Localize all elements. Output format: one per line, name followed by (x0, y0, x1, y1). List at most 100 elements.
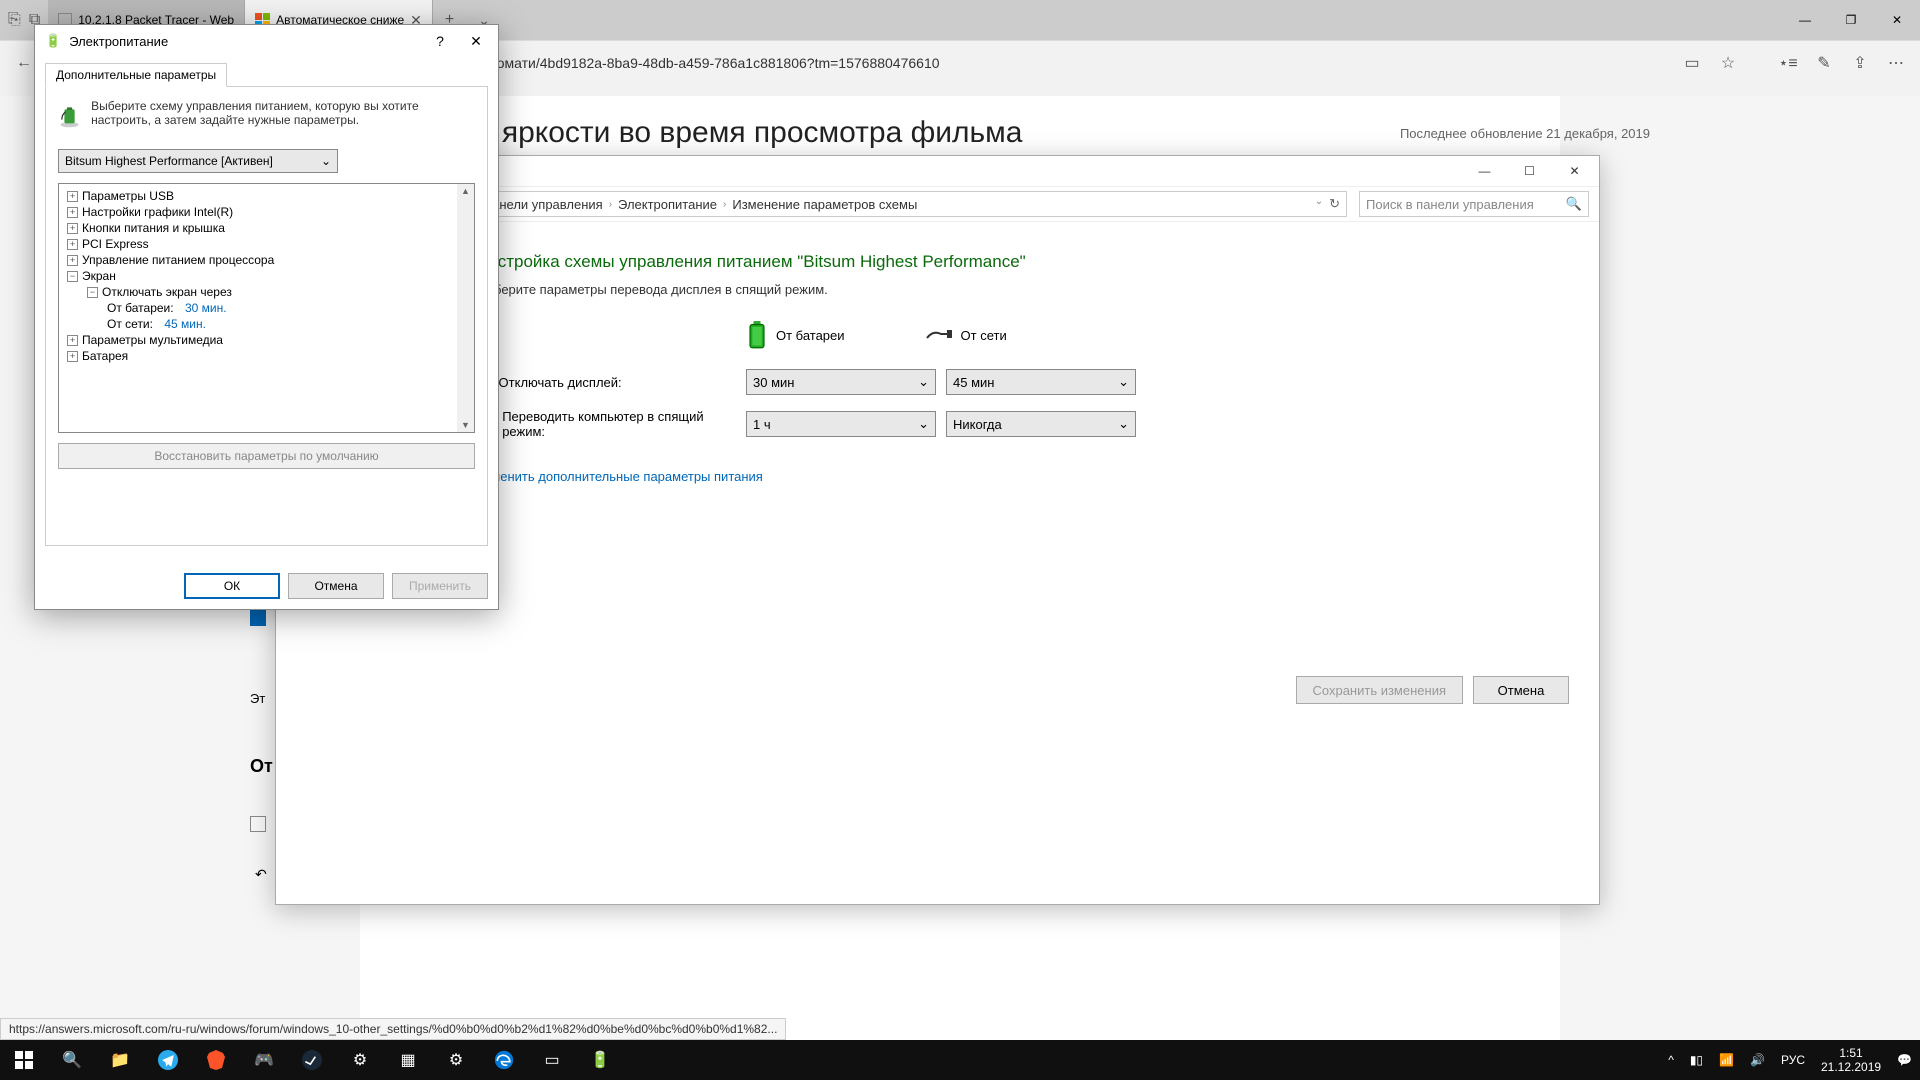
restore-defaults-button[interactable]: Восстановить параметры по умолчанию (58, 443, 475, 469)
reading-view-icon[interactable]: ▭ (1676, 47, 1708, 79)
clock[interactable]: 1:51 21.12.2019 (1813, 1040, 1889, 1080)
help-button[interactable]: ? (422, 27, 458, 55)
tab-aside-icon[interactable]: ⎘ (8, 11, 21, 29)
cancel-button[interactable]: Отмена (1473, 676, 1569, 704)
close-button[interactable]: ✕ (458, 27, 494, 55)
chevron-down-icon: ⌄ (1118, 416, 1129, 432)
reply-snippet: Эт (250, 691, 265, 706)
expand-icon[interactable]: + (67, 191, 78, 202)
start-button[interactable] (0, 1040, 48, 1080)
settings-icon[interactable]: ⚙ (432, 1040, 480, 1080)
brave-icon[interactable] (192, 1040, 240, 1080)
article-title: ижение яркости во время просмотра фильма (390, 116, 1530, 150)
app-icon[interactable]: 🎮 (240, 1040, 288, 1080)
maximize-button[interactable]: ☐ (1507, 157, 1552, 185)
tree-item-screen[interactable]: −Экран (61, 268, 472, 284)
battery-label: От батареи (776, 328, 845, 343)
cp-subheading: Выберите параметры перевода дисплея в сп… (476, 282, 1399, 297)
settings-icon[interactable]: ⋯ (1880, 47, 1912, 79)
sleep-ac-select[interactable]: Никогда⌄ (946, 411, 1136, 437)
cp-search-input[interactable]: Поиск в панели управления 🔍 (1359, 191, 1589, 217)
apply-button[interactable]: Применить (392, 573, 488, 599)
display-ac-select[interactable]: 45 мин⌄ (946, 369, 1136, 395)
tray-overflow-icon[interactable]: ^ (1660, 1040, 1682, 1080)
collapse-icon[interactable]: − (67, 271, 78, 282)
advanced-settings-link[interactable]: Изменить дополнительные параметры питани… (476, 469, 1399, 484)
crumb[interactable]: Электропитание (612, 193, 723, 216)
edge-icon[interactable] (480, 1040, 528, 1080)
status-bar: https://answers.microsoft.com/ru-ru/wind… (0, 1018, 786, 1040)
ok-button[interactable]: ОК (184, 573, 280, 599)
chevron-down-icon: ⌄ (1118, 374, 1129, 390)
dialog-title: Электропитание (69, 34, 168, 49)
undo-icon[interactable]: ↶ (255, 866, 267, 883)
steam-icon[interactable] (288, 1040, 336, 1080)
tree-item-pci[interactable]: +PCI Express (61, 236, 472, 252)
power-options-dialog: 🔋 Электропитание ? ✕ Дополнительные парам… (34, 24, 499, 610)
search-icon[interactable]: 🔍 (48, 1040, 96, 1080)
settings-tree[interactable]: +Параметры USB +Настройки графики Intel(… (58, 183, 475, 433)
search-placeholder: Поиск в панели управления (1366, 197, 1534, 212)
wot-icon[interactable]: ⚙ (336, 1040, 384, 1080)
maximize-button[interactable]: ❐ (1828, 0, 1874, 40)
tree-item-lid[interactable]: +Кнопки питания и крышка (61, 220, 472, 236)
battery-icon (746, 321, 768, 349)
display-battery-select[interactable]: 30 мин⌄ (746, 369, 936, 395)
tree-item-media[interactable]: +Параметры мультимедиа (61, 332, 472, 348)
tree-scrollbar[interactable]: ▲▼ (457, 184, 474, 432)
battery-tray-icon[interactable]: ▮▯ (1682, 1040, 1711, 1080)
telegram-icon[interactable] (144, 1040, 192, 1080)
plan-select[interactable]: Bitsum Highest Performance [Активен] ⌄ (58, 149, 338, 173)
tree-item-screen-off[interactable]: −Отключать экран через (61, 284, 472, 300)
chevron-down-icon[interactable]: ⌄ (1315, 196, 1323, 212)
save-button[interactable]: Сохранить изменения (1296, 676, 1464, 704)
chevron-down-icon: ⌄ (918, 416, 929, 432)
tree-item-intel[interactable]: +Настройки графики Intel(R) (61, 204, 472, 220)
expand-icon[interactable]: + (67, 239, 78, 250)
article-meta: Последнее обновление 21 декабря, 2019 (1400, 126, 1650, 141)
app-icon-2[interactable]: ▦ (384, 1040, 432, 1080)
refresh-icon[interactable]: ↻ (1329, 196, 1340, 212)
expand-icon[interactable]: + (67, 255, 78, 266)
expand-icon[interactable]: + (67, 207, 78, 218)
app-icon-3[interactable]: ▭ (528, 1040, 576, 1080)
tree-item-usb[interactable]: +Параметры USB (61, 188, 472, 204)
plug-icon (925, 326, 953, 344)
ac-label: От сети (961, 328, 1007, 343)
explorer-icon[interactable]: 📁 (96, 1040, 144, 1080)
close-button[interactable]: ✕ (1552, 157, 1597, 185)
answer-checkbox[interactable] (250, 816, 266, 832)
favorite-icon[interactable]: ☆ (1712, 47, 1744, 79)
collapse-icon[interactable]: − (87, 287, 98, 298)
tab-advanced[interactable]: Дополнительные параметры (45, 63, 227, 87)
clock-time: 1:51 (1839, 1046, 1862, 1060)
crumb[interactable]: Изменение параметров схемы (726, 193, 923, 216)
expand-icon[interactable]: + (67, 335, 78, 346)
cancel-button[interactable]: Отмена (288, 573, 384, 599)
notes-icon[interactable]: ✎ (1808, 47, 1840, 79)
search-icon[interactable]: 🔍 (1566, 196, 1582, 212)
minimize-button[interactable]: — (1782, 0, 1828, 40)
language-indicator[interactable]: РУС (1773, 1040, 1813, 1080)
tree-item-battery-val[interactable]: От батареи: 30 мин. (61, 300, 472, 316)
window-controls: — ❐ ✕ (1782, 0, 1920, 40)
po-panel: Выберите схему управления питанием, кото… (45, 86, 488, 546)
row-label: Переводить компьютер в спящий режим: (502, 409, 736, 439)
tree-item-ac-val[interactable]: От сети: 45 мин. (61, 316, 472, 332)
power-icon: 🔋 (45, 33, 61, 49)
power-settings-icon[interactable]: 🔋 (576, 1040, 624, 1080)
share-icon[interactable]: ⇪ (1844, 47, 1876, 79)
tree-item-cpu[interactable]: +Управление питанием процессора (61, 252, 472, 268)
close-button[interactable]: ✕ (1874, 0, 1920, 40)
sleep-battery-select[interactable]: 1 ч⌄ (746, 411, 936, 437)
volume-tray-icon[interactable]: 🔊 (1742, 1040, 1773, 1080)
minimize-button[interactable]: — (1462, 157, 1507, 185)
expand-icon[interactable]: + (67, 351, 78, 362)
chevron-down-icon: ⌄ (321, 154, 331, 168)
wifi-tray-icon[interactable]: 📶 (1711, 1040, 1742, 1080)
expand-icon[interactable]: + (67, 223, 78, 234)
power-source-headers: От батареи От сети (746, 321, 1399, 349)
tree-item-battery[interactable]: +Батарея (61, 348, 472, 364)
action-center-icon[interactable]: 💬 (1889, 1040, 1920, 1080)
favorites-bar-icon[interactable]: ⋆≡ (1772, 47, 1804, 79)
